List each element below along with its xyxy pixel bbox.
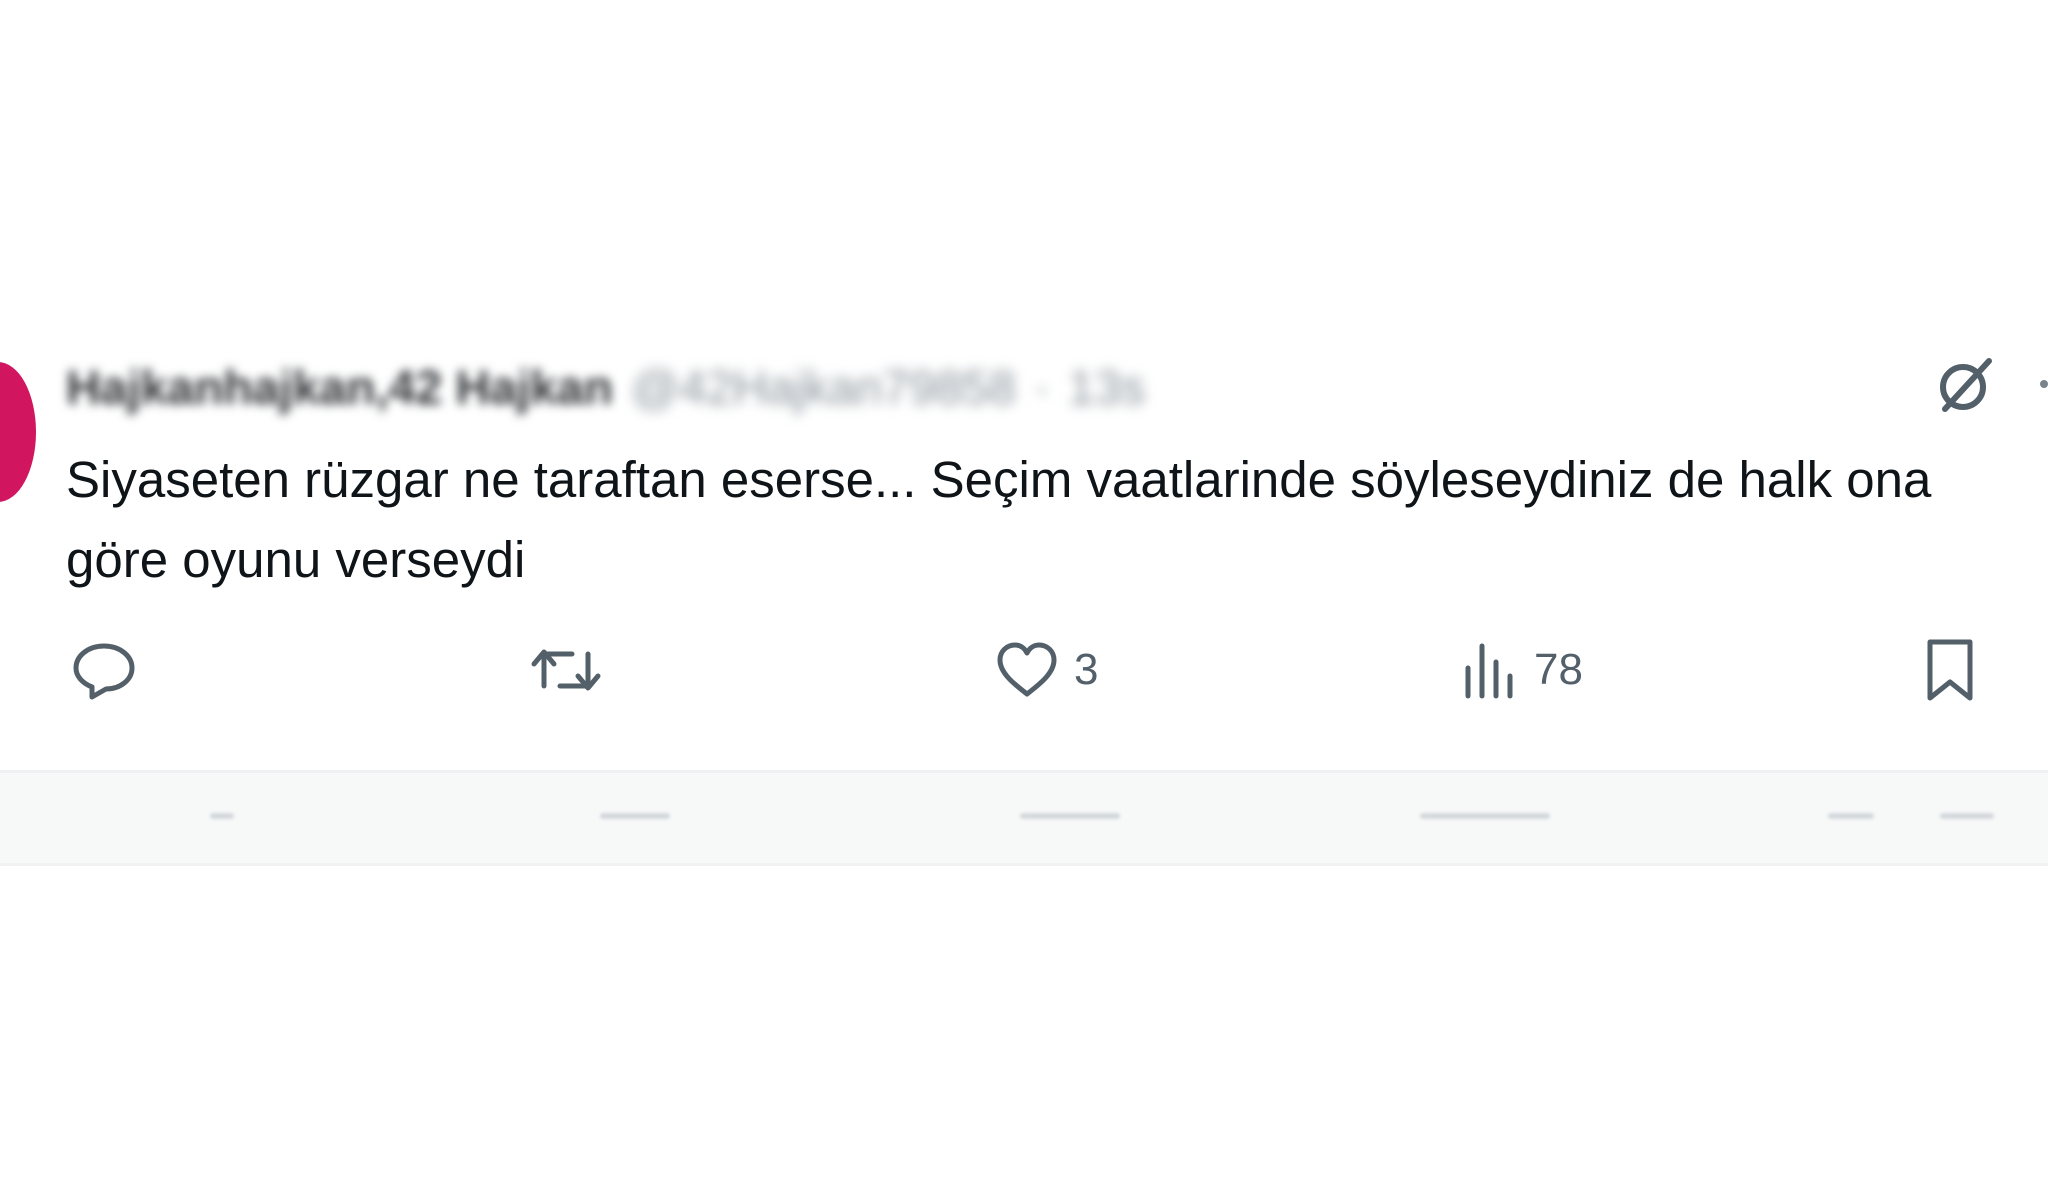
more-icon[interactable] <box>2040 380 2048 388</box>
tweet[interactable]: Hajkanhajkan,42 Hajkan @42Hajkan79858 · … <box>0 330 2048 770</box>
heart-icon <box>997 642 1057 697</box>
repost-button[interactable] <box>528 640 618 700</box>
like-button[interactable]: 3 <box>994 640 1098 700</box>
ghost-mark <box>1828 813 1874 819</box>
tweet-timestamp[interactable]: 13s <box>1068 361 1145 416</box>
like-count: 3 <box>1074 645 1099 694</box>
views-button[interactable]: 78 <box>1460 640 1583 700</box>
page: Hajkanhajkan,42 Hajkan @42Hajkan79858 · … <box>0 0 2048 1200</box>
ghost-mark <box>1940 813 1994 819</box>
ghost-mark <box>210 813 234 819</box>
author-display-name[interactable]: Hajkanhajkan,42 Hajkan <box>66 361 613 416</box>
header-separator: · <box>1033 361 1050 415</box>
repost-icon <box>531 649 601 691</box>
bookmark-button[interactable] <box>1920 639 1980 701</box>
views-count: 78 <box>1534 645 1583 694</box>
tweet-actions: 3 78 <box>0 639 2048 701</box>
views-icon <box>1465 643 1513 699</box>
bookmark-icon <box>1927 639 1973 701</box>
reply-icon <box>73 643 135 700</box>
avatar[interactable] <box>0 362 36 502</box>
reply-button[interactable] <box>70 640 152 700</box>
ghost-mark <box>600 813 670 819</box>
author-handle[interactable]: @42Hajkan79858 <box>631 361 1016 416</box>
ghost-mark <box>1020 813 1120 819</box>
next-tweet-strip <box>0 770 2048 866</box>
tweet-text: Siyaseten rüzgar ne taraftan eserse... S… <box>66 451 1946 588</box>
tweet-header: Hajkanhajkan,42 Hajkan @42Hajkan79858 · … <box>66 358 1145 418</box>
ghost-mark <box>1420 813 1550 819</box>
grok-button[interactable] <box>1930 350 2000 420</box>
grok-icon <box>1940 358 1992 412</box>
